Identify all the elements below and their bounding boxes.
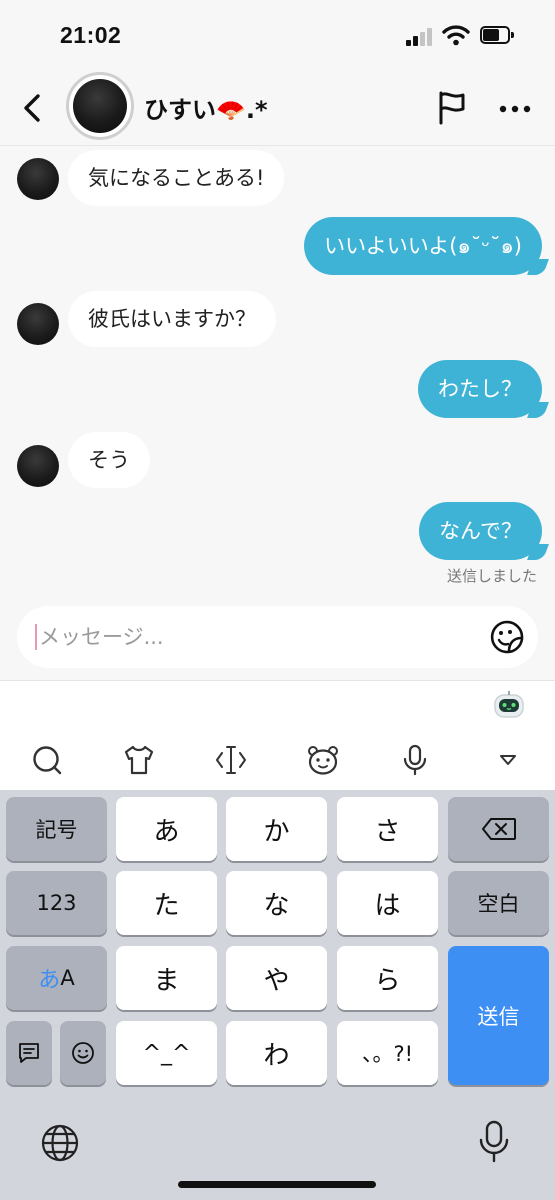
bear-face-icon[interactable]	[306, 743, 340, 777]
kana-key-ra[interactable]: ら	[337, 946, 438, 1010]
kana-key-ka[interactable]: か	[226, 797, 327, 861]
incoming-message[interactable]: 彼氏はいますか？	[68, 291, 276, 347]
avatar[interactable]	[66, 72, 134, 140]
status-bar: 21:02	[0, 0, 555, 72]
chat-header: ひすい🪭.*	[0, 72, 555, 146]
composer	[0, 600, 555, 680]
flag-icon[interactable]	[436, 90, 468, 126]
kana-key-ta[interactable]: た	[116, 871, 217, 935]
back-arrow-icon[interactable]	[18, 92, 48, 124]
text-caret	[35, 624, 37, 650]
numbers-key[interactable]: 123	[6, 871, 107, 935]
robot-icon[interactable]	[492, 689, 526, 721]
more-icon[interactable]	[498, 104, 532, 114]
outgoing-message[interactable]: なんで？	[419, 502, 542, 560]
status-time: 21:02	[60, 22, 122, 48]
globe-icon[interactable]	[40, 1123, 80, 1163]
sticker-icon[interactable]	[490, 620, 524, 654]
outgoing-message[interactable]: いいよいいよ(๑˘ᵕ˘๑)	[304, 217, 542, 275]
message-input-container[interactable]	[17, 606, 538, 668]
send-key[interactable]: 送信	[448, 946, 549, 1085]
backspace-icon	[481, 818, 516, 840]
collapse-triangle-icon[interactable]	[491, 743, 525, 777]
kana-key-wa[interactable]: わ	[226, 1021, 327, 1085]
emoji-key[interactable]	[60, 1021, 106, 1085]
backspace-key[interactable]	[448, 797, 549, 861]
kana-mode-label: あ	[38, 968, 61, 993]
contact-name[interactable]: ひすい🪭.*	[144, 90, 268, 125]
kana-key-na[interactable]: な	[226, 871, 327, 935]
message-icon	[19, 1043, 39, 1063]
kana-key-a[interactable]: あ	[116, 797, 217, 861]
message-input[interactable]	[39, 616, 469, 658]
wifi-icon	[442, 25, 470, 46]
kana-key-sa[interactable]: さ	[337, 797, 438, 861]
chat-thread[interactable]: 気になることある! いいよいいよ(๑˘ᵕ˘๑) 彼氏はいますか？ わたし？ そう…	[0, 147, 555, 600]
cursor-move-icon[interactable]	[214, 743, 248, 777]
symbols-key[interactable]: 記号	[6, 797, 107, 861]
microphone-icon[interactable]	[398, 743, 432, 777]
signal-icon	[406, 28, 434, 46]
keyboard-toolbar	[0, 680, 555, 790]
kana-key-ha[interactable]: は	[337, 871, 438, 935]
kana-key-ma[interactable]: ま	[116, 946, 217, 1010]
punctuation-key[interactable]: 、。?!	[337, 1021, 438, 1085]
shirt-icon[interactable]	[122, 743, 156, 777]
kana-key-ya[interactable]: や	[226, 946, 327, 1010]
battery-icon	[480, 26, 514, 44]
dictation-mic-icon[interactable]	[478, 1120, 510, 1164]
message-key[interactable]	[6, 1021, 52, 1085]
avatar[interactable]	[17, 445, 59, 487]
sent-status: 送信しました	[446, 567, 537, 585]
input-mode-key[interactable]: あA	[6, 946, 107, 1010]
avatar[interactable]	[17, 303, 59, 345]
japanese-keyboard: 記号 あ か さ 123 た な は 空白 あA ま や ら 送信 ^_^ わ …	[0, 790, 555, 1200]
avatar[interactable]	[17, 158, 59, 200]
kaomoji-key[interactable]: ^_^	[116, 1021, 217, 1085]
chat-search-icon[interactable]	[30, 743, 64, 777]
incoming-message[interactable]: 気になることある!	[68, 150, 285, 206]
incoming-message[interactable]: そう	[68, 432, 150, 488]
emoji-icon	[72, 1042, 94, 1064]
alpha-mode-label: A	[60, 966, 75, 990]
home-indicator	[178, 1181, 376, 1188]
space-key[interactable]: 空白	[448, 871, 549, 935]
outgoing-message[interactable]: わたし？	[418, 360, 542, 418]
